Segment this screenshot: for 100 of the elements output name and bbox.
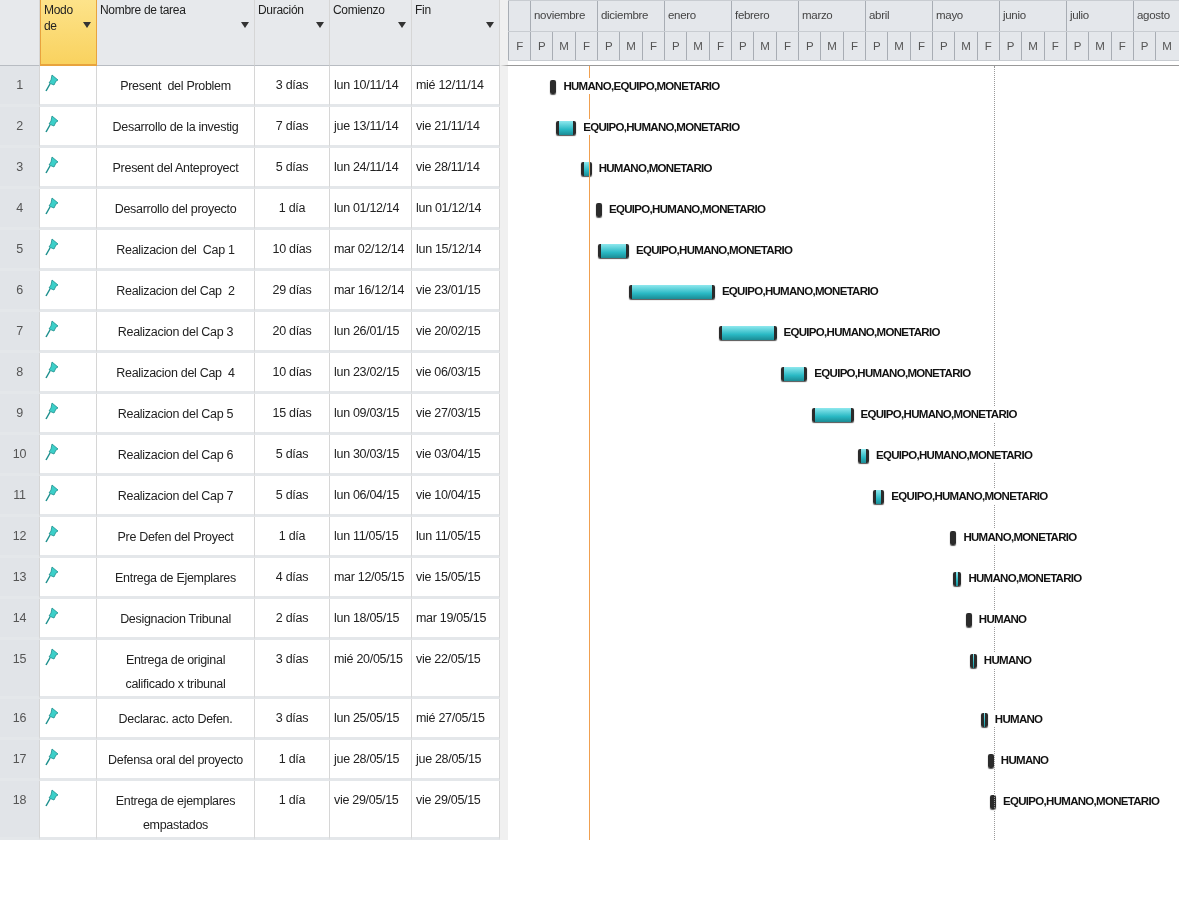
row-number: 9 — [0, 394, 40, 435]
task-bar — [811, 408, 854, 422]
resource-label: HUMANO — [977, 611, 1028, 627]
column-header[interactable]: Fin — [412, 0, 500, 66]
column-header[interactable]: Modo de — [40, 0, 97, 66]
table-cell: lun 09/03/15 — [330, 394, 412, 435]
period-label: P — [530, 32, 553, 60]
table-cell: vie 29/05/15 — [412, 781, 500, 840]
pushpin-icon — [45, 402, 59, 420]
dropdown-arrow-icon[interactable] — [486, 22, 494, 28]
pushpin-icon — [45, 443, 59, 461]
table-cell: vie 10/04/15 — [412, 476, 500, 517]
period-label: M — [954, 32, 977, 60]
pushpin-icon — [45, 648, 59, 666]
table-cell: Desarrollo del proyecto — [97, 189, 255, 230]
pushpin-icon — [45, 320, 59, 338]
table-cell: 2 días — [255, 599, 330, 640]
table-cell: 15 días — [255, 394, 330, 435]
task-bar — [987, 754, 994, 768]
dropdown-arrow-icon[interactable] — [241, 22, 249, 28]
row-number: 2 — [0, 107, 40, 148]
period-label: M — [820, 32, 843, 60]
table-cell: Pre Defen del Proyect — [97, 517, 255, 558]
table-cell: vie 29/05/15 — [330, 781, 412, 840]
column-label: Nombre de tarea — [100, 2, 186, 19]
table-cell: 4 días — [255, 558, 330, 599]
month-label: febrero — [731, 1, 798, 31]
task-bar — [598, 244, 630, 258]
row-number: 14 — [0, 599, 40, 640]
column-header[interactable]: Duración — [255, 0, 330, 66]
task-bar — [719, 326, 777, 340]
table-cell: jue 28/05/15 — [412, 740, 500, 781]
period-label: F — [641, 32, 664, 60]
table-cell: lun 15/12/14 — [412, 230, 500, 271]
table-cell: Present del Anteproyect — [97, 148, 255, 189]
task-bar — [556, 121, 577, 135]
table-cell: lun 11/05/15 — [412, 517, 500, 558]
table-cell: 10 días — [255, 230, 330, 271]
table-cell: mar 16/12/14 — [330, 271, 412, 312]
row-number: 13 — [0, 558, 40, 599]
month-label: marzo — [798, 1, 865, 31]
row-number: 8 — [0, 353, 40, 394]
resource-label: EQUIPO,HUMANO,MONETARIO — [874, 447, 1034, 463]
period-label: P — [864, 32, 888, 60]
period-label: F — [775, 32, 798, 60]
period-label: M — [619, 32, 642, 60]
period-label: F — [842, 32, 865, 60]
pushpin-icon — [45, 279, 59, 297]
table-cell: 5 días — [255, 476, 330, 517]
table-cell: lun 26/01/15 — [330, 312, 412, 353]
table-cell: Entrega de Ejemplares — [97, 558, 255, 599]
table-cell: Realizacion del Cap 7 — [97, 476, 255, 517]
row-number: 6 — [0, 271, 40, 312]
dropdown-arrow-icon[interactable] — [83, 22, 91, 28]
period-label: M — [1155, 32, 1178, 60]
table-cell: mar 02/12/14 — [330, 230, 412, 271]
table-cell: vie 23/01/15 — [412, 271, 500, 312]
column-header[interactable]: Comienzo — [330, 0, 412, 66]
task-bar — [970, 654, 977, 668]
period-label: M — [686, 32, 709, 60]
table-cell: 5 días — [255, 435, 330, 476]
table-cell: 5 días — [255, 148, 330, 189]
table-cell: mar 19/05/15 — [412, 599, 500, 640]
column-header[interactable]: Nombre de tarea — [97, 0, 255, 66]
table-cell: lun 18/05/15 — [330, 599, 412, 640]
month-label: agosto — [1133, 1, 1179, 31]
dropdown-arrow-icon[interactable] — [316, 22, 324, 28]
month-label: diciembre — [597, 1, 664, 31]
column-label: Modo de — [44, 2, 74, 35]
task-bar — [857, 449, 869, 463]
resource-label: HUMANO,EQUIPO,MONETARIO — [562, 78, 721, 94]
month-label: junio — [999, 1, 1066, 31]
table-cell: mié 20/05/15 — [330, 640, 412, 699]
period-label: F — [909, 32, 932, 60]
period-label: M — [1021, 32, 1044, 60]
pushpin-icon — [45, 197, 59, 215]
period-label: M — [887, 32, 910, 60]
resource-label: HUMANO,MONETARIO — [962, 529, 1078, 545]
table-cell: 1 día — [255, 740, 330, 781]
table-cell: 3 días — [255, 66, 330, 107]
table-cell: 1 día — [255, 517, 330, 558]
row-number: 16 — [0, 699, 40, 740]
column-label: Comienzo — [333, 2, 385, 19]
pushpin-icon — [45, 707, 59, 725]
table-cell: Entrega de original calificado x tribunal — [97, 640, 255, 699]
table-cell: Declarac. acto Defen. — [97, 699, 255, 740]
table-cell: vie 22/05/15 — [412, 640, 500, 699]
month-label: abril — [865, 1, 932, 31]
pushpin-icon — [45, 607, 59, 625]
pushpin-icon — [45, 361, 59, 379]
table-cell: lun 06/04/15 — [330, 476, 412, 517]
dropdown-arrow-icon[interactable] — [398, 22, 406, 28]
row-number: 3 — [0, 148, 40, 189]
table-cell: lun 23/02/15 — [330, 353, 412, 394]
task-bar — [965, 613, 972, 627]
table-cell: 1 día — [255, 781, 330, 840]
resource-label: EQUIPO,HUMANO,MONETARIO — [859, 406, 1018, 422]
table-cell: 29 días — [255, 271, 330, 312]
resource-label: EQUIPO,HUMANO,MONETARIO — [582, 119, 741, 135]
table-cell: 10 días — [255, 353, 330, 394]
